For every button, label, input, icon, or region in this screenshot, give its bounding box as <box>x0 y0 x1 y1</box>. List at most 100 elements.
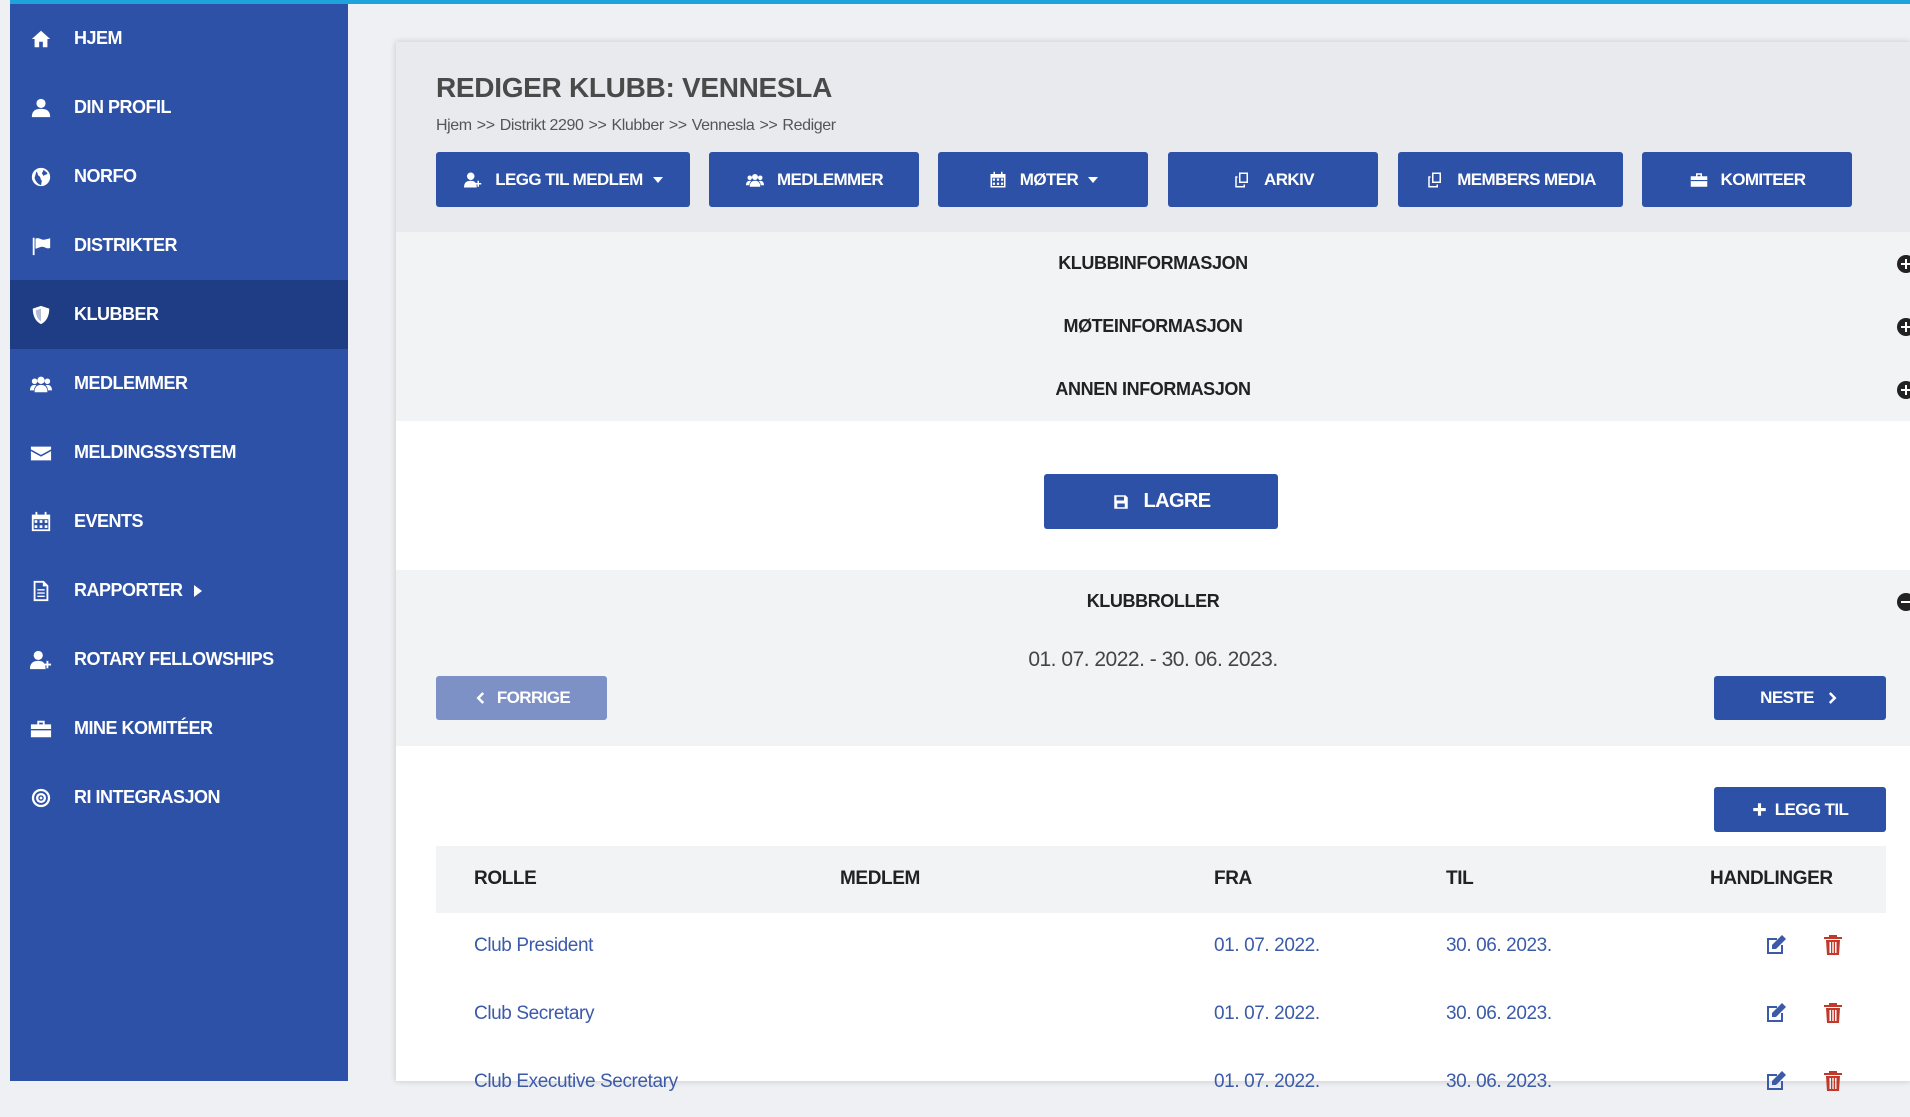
edit-club-card: REDIGER KLUBB: VENNESLA Hjem >> Distrikt… <box>396 42 1910 1092</box>
section-title: KLUBBINFORMASJON <box>1058 253 1248 273</box>
save-label: LAGRE <box>1143 490 1211 512</box>
previous-button[interactable]: FORRIGE <box>436 676 607 720</box>
trash-icon[interactable] <box>1821 1001 1847 1027</box>
sidebar-item-meldingssystem[interactable]: MELDINGSSYSTEM <box>10 418 348 487</box>
home-icon <box>28 28 54 50</box>
save-button[interactable]: LAGRE <box>1044 474 1278 529</box>
trash-icon[interactable] <box>1821 933 1847 959</box>
sidebar-item-label: DISTRIKTER <box>74 235 178 255</box>
sidebar-item-label: MELDINGSSYSTEM <box>74 442 237 462</box>
add-member-button[interactable]: LEGG TIL MEDLEM <box>436 152 690 207</box>
breadcrumb-klubber[interactable]: Klubber <box>611 117 664 134</box>
calendar-icon <box>28 511 54 533</box>
sidebar-item-rotary-fellowships[interactable]: ROTARY FELLOWSHIPS <box>10 625 348 694</box>
sidebar-item-label: EVENTS <box>74 511 144 531</box>
user-icon <box>28 97 54 119</box>
table-row: Club Executive Secretary 01. 07. 2022. 3… <box>436 1049 1886 1117</box>
sidebar-item-rapporter[interactable]: RAPPORTER <box>10 556 348 625</box>
table-row: Club President 01. 07. 2022. 30. 06. 202… <box>436 913 1886 981</box>
members-media-button[interactable]: MEMBERS MEDIA <box>1398 152 1623 207</box>
calendar-icon <box>988 171 1008 189</box>
role-period: 01. 07. 2022. - 30. 06. 2023. <box>1028 648 1278 671</box>
sidebar-item-ri-integrasjon[interactable]: RI INTEGRASJON <box>10 763 348 832</box>
committees-label: KOMITEER <box>1720 169 1807 189</box>
left-edge <box>0 0 10 1081</box>
user-plus-icon <box>28 649 54 671</box>
breadcrumb: Hjem >> Distrikt 2290 >> Klubber >> Venn… <box>436 117 836 135</box>
sidebar-item-label: RI INTEGRASJON <box>74 787 221 807</box>
sidebar-item-klubber[interactable]: KLUBBER <box>10 280 348 349</box>
add-member-label: LEGG TIL MEDLEM <box>495 169 643 189</box>
breadcrumb-distrikt[interactable]: Distrikt 2290 <box>500 117 584 134</box>
sidebar-item-label: NORFO <box>74 166 137 186</box>
briefcase-icon <box>28 718 54 740</box>
trash-icon[interactable] <box>1821 1069 1847 1095</box>
edit-icon[interactable] <box>1764 933 1790 959</box>
add-role-label: LEGG TIL <box>1774 799 1849 819</box>
breadcrumb-separator: >> <box>759 117 778 134</box>
sidebar-item-mine-komiteer[interactable]: MINE KOMITÉER <box>10 694 348 763</box>
plus-circle-icon[interactable] <box>1896 380 1910 400</box>
breadcrumb-vennesla[interactable]: Vennesla <box>692 117 755 134</box>
column-header-to: TIL <box>1446 868 1474 889</box>
section-club-info[interactable]: KLUBBINFORMASJON <box>396 232 1910 295</box>
breadcrumb-separator: >> <box>476 117 495 134</box>
role-name[interactable]: Club Executive Secretary <box>474 1071 678 1093</box>
section-other-info[interactable]: ANNEN INFORMASJON <box>396 358 1910 421</box>
section-club-roles[interactable]: KLUBBROLLER <box>396 570 1910 633</box>
role-from: 01. 07. 2022. <box>1214 1071 1320 1092</box>
globe-icon <box>28 166 54 188</box>
members-button[interactable]: MEDLEMMER <box>709 152 919 207</box>
sidebar-item-distrikter[interactable]: DISTRIKTER <box>10 211 348 280</box>
section-meeting-info[interactable]: MØTEINFORMASJON <box>396 295 1910 358</box>
add-role-button[interactable]: LEGG TIL <box>1714 787 1886 832</box>
members-label: MEDLEMMER <box>776 169 884 189</box>
meetings-label: MØTER <box>1019 169 1079 189</box>
sidebar-item-events[interactable]: EVENTS <box>10 487 348 556</box>
archive-label: ARKIV <box>1264 169 1315 189</box>
column-header-role: ROLLE <box>474 868 537 889</box>
column-header-actions: HANDLINGER <box>1710 868 1833 889</box>
sidebar-item-label: MINE KOMITÉER <box>74 718 213 738</box>
envelope-icon <box>28 442 54 464</box>
chevron-left-icon <box>473 691 487 705</box>
plus-icon <box>1752 802 1767 817</box>
sidebar-item-hjem[interactable]: HJEM <box>10 4 348 73</box>
page-title: REDIGER KLUBB: VENNESLA <box>436 72 833 103</box>
meetings-button[interactable]: MØTER <box>938 152 1148 207</box>
previous-label: FORRIGE <box>496 688 571 707</box>
briefcase-icon <box>1689 171 1709 189</box>
flag-icon <box>28 235 54 257</box>
plus-circle-icon[interactable] <box>1896 254 1910 274</box>
edit-icon[interactable] <box>1764 1069 1790 1095</box>
next-label: NESTE <box>1760 688 1814 707</box>
sidebar-item-norfo[interactable]: NORFO <box>10 142 348 211</box>
breadcrumb-hjem[interactable]: Hjem <box>436 117 472 134</box>
caret-right-icon <box>193 584 203 597</box>
sidebar-item-medlemmer[interactable]: MEDLEMMER <box>10 349 348 418</box>
sidebar-item-label: ROTARY FELLOWSHIPS <box>74 649 274 669</box>
members-media-label: MEMBERS MEDIA <box>1457 169 1596 189</box>
sidebar: HJEM DIN PROFIL NORFO DISTRIKTER KLUBBER… <box>10 4 348 1081</box>
edit-icon[interactable] <box>1764 1001 1790 1027</box>
role-to: 30. 06. 2023. <box>1446 1071 1552 1092</box>
column-header-from: FRA <box>1214 868 1252 889</box>
users-icon <box>745 171 765 189</box>
breadcrumb-separator: >> <box>588 117 607 134</box>
role-name[interactable]: Club President <box>474 935 593 957</box>
sidebar-item-label: RAPPORTER <box>74 580 183 600</box>
sidebar-item-din-profil[interactable]: DIN PROFIL <box>10 73 348 142</box>
plus-circle-icon[interactable] <box>1896 317 1910 337</box>
committees-button[interactable]: KOMITEER <box>1642 152 1852 207</box>
breadcrumb-separator: >> <box>668 117 687 134</box>
section-title: ANNEN INFORMASJON <box>1055 379 1251 399</box>
archive-button[interactable]: ARKIV <box>1168 152 1378 207</box>
minus-circle-icon[interactable] <box>1896 592 1910 612</box>
copy-icon <box>1425 171 1445 189</box>
role-name[interactable]: Club Secretary <box>474 1003 594 1025</box>
sidebar-item-label: DIN PROFIL <box>74 97 172 117</box>
next-button[interactable]: NESTE <box>1714 676 1886 720</box>
users-icon <box>28 373 54 395</box>
breadcrumb-rediger: Rediger <box>782 117 836 134</box>
copy-icon <box>1232 171 1252 189</box>
